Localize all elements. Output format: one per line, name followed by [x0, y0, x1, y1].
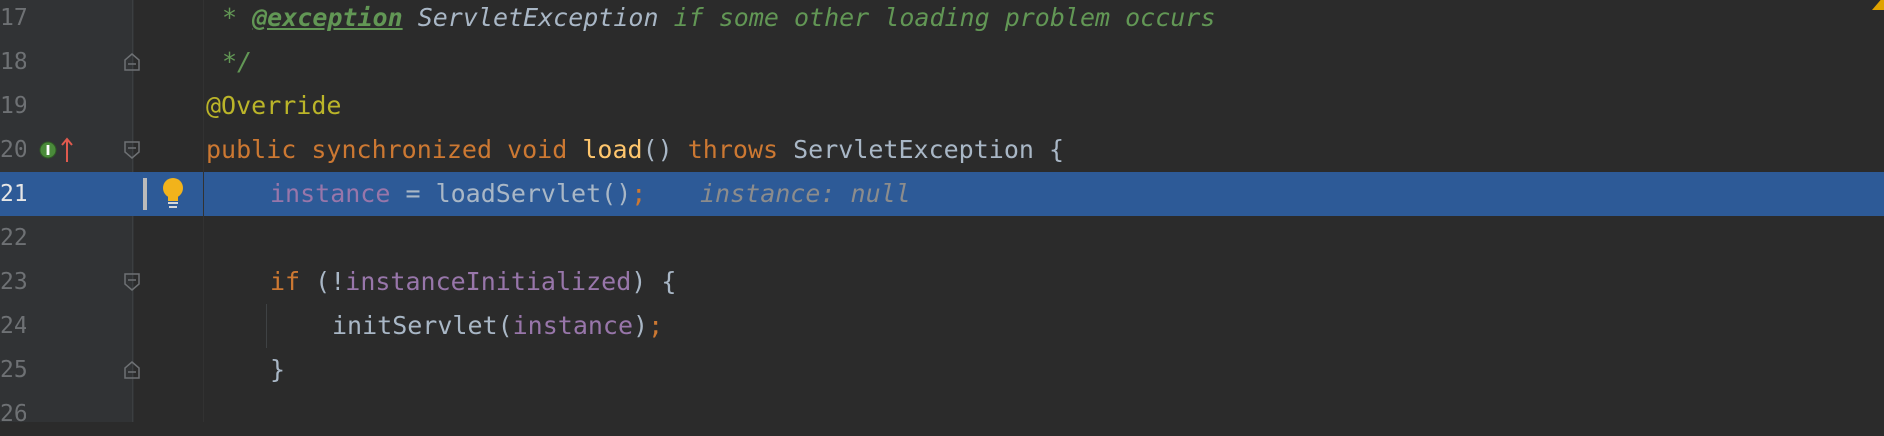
lightbulb-icon[interactable] [160, 176, 186, 212]
code-line-26[interactable]: 26 [0, 392, 1884, 436]
keyword-throws: throws [687, 135, 779, 164]
field-instance[interactable]: instance [270, 179, 390, 208]
field-instanceinitialized[interactable]: instanceInitialized [345, 267, 631, 296]
keyword-synchronized: synchronized [311, 135, 492, 164]
semicolon: ; [631, 179, 647, 208]
indent-guide [266, 304, 267, 348]
doc-space [403, 3, 418, 32]
semicolon: ; [648, 311, 664, 340]
keyword-void: void [507, 135, 568, 164]
fold-icon[interactable] [124, 361, 140, 379]
text-caret [143, 178, 147, 210]
code-area-separator [203, 0, 204, 422]
code-line-19[interactable]: 19 @Override [0, 84, 1884, 128]
code-editor[interactable]: 17 * @exception ServletException if some… [0, 0, 1884, 427]
doc-star: * [222, 3, 253, 32]
fold-icon[interactable] [124, 273, 140, 291]
line-number: 19 [0, 93, 26, 119]
warning-triangle-icon[interactable] [1872, 0, 1884, 10]
code-line-17[interactable]: 17 * @exception ServletException if some… [0, 0, 1884, 40]
line-number: 22 [0, 225, 26, 251]
fold-icon[interactable] [124, 53, 140, 71]
gutter-markers[interactable] [38, 128, 74, 172]
line-number: 18 [0, 49, 26, 75]
if-statement[interactable]: if (!instanceInitialized) { [270, 260, 676, 304]
code-line-25[interactable]: 25 } [0, 348, 1884, 392]
doc-comment-end: */ [222, 47, 253, 76]
line-number: 23 [0, 269, 26, 295]
doc-exception-tag[interactable]: @exception [252, 3, 403, 32]
keyword-public: public [206, 135, 297, 164]
initservlet-call[interactable]: initServlet( [332, 311, 513, 340]
method-parens: () [642, 135, 673, 164]
line-number: 20 [0, 137, 26, 163]
doc-exception-ref[interactable]: ServletException [418, 3, 659, 32]
implements-method-icon[interactable] [38, 140, 58, 160]
override-up-arrow-icon[interactable] [60, 137, 74, 163]
code-line-24[interactable]: 24 initServlet(instance); [0, 304, 1884, 348]
line-number: 25 [0, 357, 26, 383]
assignment-statement[interactable]: instance = loadServlet(); [270, 172, 646, 216]
code-line-18[interactable]: 18 */ [0, 40, 1884, 84]
call-close: ) [633, 311, 649, 340]
method-name[interactable]: load [582, 135, 642, 164]
exception-type[interactable]: ServletException [793, 135, 1034, 164]
assign-operator: = [390, 179, 436, 208]
if-close: ) { [631, 267, 677, 296]
close-brace: } [270, 355, 286, 384]
code-line-22[interactable]: 22 [0, 216, 1884, 260]
line-number: 17 [0, 5, 26, 31]
line-number: 21 [0, 181, 26, 207]
line-number: 26 [0, 401, 26, 427]
inline-debug-value: instance: null [700, 179, 911, 208]
code-line-23[interactable]: 23 if (!instanceInitialized) { [0, 260, 1884, 304]
override-annotation[interactable]: @Override [206, 84, 341, 128]
fold-icon[interactable] [124, 141, 140, 159]
field-instance-arg[interactable]: instance [513, 311, 633, 340]
method-signature[interactable]: public synchronized void load() throws S… [206, 128, 1064, 172]
code-line-20[interactable]: 20 public synchronized void load() throw… [0, 128, 1884, 172]
open-brace: { [1049, 135, 1065, 164]
doc-comment-text: if some other loading problem occurs [658, 3, 1216, 32]
code-line-21-current[interactable]: 21 instance = loadServlet(); instance: n… [0, 172, 1884, 216]
initservlet-statement[interactable]: initServlet(instance); [332, 304, 663, 348]
keyword-if: if [270, 267, 301, 296]
code-text[interactable]: * @exception ServletException if some ot… [222, 0, 1215, 40]
line-number: 24 [0, 313, 26, 339]
loadservlet-call[interactable]: loadServlet() [436, 179, 632, 208]
if-open: (! [300, 267, 346, 296]
